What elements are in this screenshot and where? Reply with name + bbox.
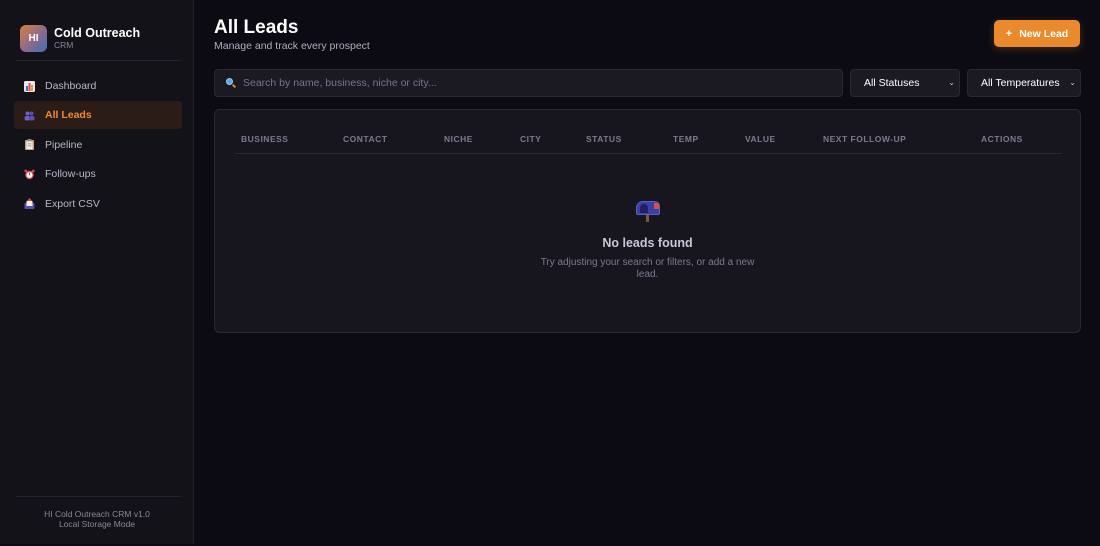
alarm-clock-icon xyxy=(24,169,35,180)
main-content: All Leads Manage and track every prospec… xyxy=(194,0,1100,544)
sidebar-nav: Dashboard All Leads Pipeline Follow-ups xyxy=(14,72,182,219)
clipboard-icon xyxy=(24,139,35,151)
brand-name: Cold Outreach xyxy=(54,26,141,40)
brand-text: Cold Outreach CRM xyxy=(54,26,140,50)
brand-logo: HI xyxy=(20,24,47,52)
plus-icon: + xyxy=(1005,27,1013,40)
page-subtitle: Manage and track every prospect xyxy=(214,40,370,52)
search-icon xyxy=(225,77,237,89)
sidebar-footer: HI Cold Outreach CRM v1.0 Local Storage … xyxy=(0,509,194,529)
status-filter-value: All Statuses xyxy=(864,77,920,89)
new-lead-label: New Lead xyxy=(1019,27,1069,40)
sidebar-item-label: All Leads xyxy=(45,109,92,122)
column-header-value[interactable]: VALUE xyxy=(745,134,776,144)
footer-divider xyxy=(16,496,181,497)
bar-chart-icon xyxy=(24,80,35,92)
column-header-niche[interactable]: NICHE xyxy=(444,134,473,144)
sidebar: HI Cold Outreach CRM Dashboard All Leads xyxy=(0,0,194,544)
sidebar-item-follow-ups[interactable]: Follow-ups xyxy=(14,160,182,188)
people-icon xyxy=(24,110,35,121)
sidebar-item-label: Pipeline xyxy=(45,138,83,151)
brand[interactable]: HI Cold Outreach CRM xyxy=(0,0,193,60)
column-header-temp[interactable]: TEMP xyxy=(673,134,699,144)
storage-mode-text: Local Storage Mode xyxy=(58,519,136,529)
leads-table: BUSINESS CONTACT NICHE CITY STATUS TEMP … xyxy=(214,109,1081,333)
temperature-filter-value: All Temperatures xyxy=(981,77,1060,89)
chevron-down-icon: ⌄ xyxy=(948,78,955,87)
search-bar[interactable] xyxy=(214,69,843,97)
chevron-down-icon: ⌄ xyxy=(1069,78,1076,87)
sidebar-item-dashboard[interactable]: Dashboard xyxy=(14,72,182,100)
outbox-icon xyxy=(24,198,35,210)
new-lead-button[interactable]: + New Lead xyxy=(994,20,1080,47)
page-title: All Leads xyxy=(214,17,299,38)
sidebar-item-export-csv[interactable]: Export CSV xyxy=(14,190,182,218)
column-header-actions: ACTIONS xyxy=(981,134,1023,144)
search-input[interactable] xyxy=(243,77,842,89)
version-text: HI Cold Outreach CRM v1.0 xyxy=(44,509,150,519)
brand-divider xyxy=(16,60,181,61)
brand-subtitle: CRM xyxy=(54,40,74,50)
mailbox-icon xyxy=(634,198,662,222)
temperature-filter-select[interactable]: All Temperatures ⌄ xyxy=(967,69,1081,97)
column-header-status[interactable]: STATUS xyxy=(586,134,622,144)
sidebar-item-label: Follow-ups xyxy=(45,168,96,181)
column-header-next-follow-up[interactable]: NEXT FOLLOW-UP xyxy=(823,134,906,144)
sidebar-item-label: Export CSV xyxy=(45,197,100,210)
table-header: BUSINESS CONTACT NICHE CITY STATUS TEMP … xyxy=(235,132,1062,154)
empty-state-text: Try adjusting your search or filters, or… xyxy=(540,257,755,280)
empty-state: No leads found Try adjusting your search… xyxy=(215,198,1080,281)
column-header-city[interactable]: CITY xyxy=(520,134,541,144)
empty-state-title: No leads found xyxy=(602,236,693,250)
sidebar-item-all-leads[interactable]: All Leads xyxy=(14,101,182,130)
sidebar-item-label: Dashboard xyxy=(45,80,97,92)
app-shell: HI Cold Outreach CRM Dashboard All Leads xyxy=(0,0,1100,544)
column-header-contact[interactable]: CONTACT xyxy=(343,134,387,144)
sidebar-item-pipeline[interactable]: Pipeline xyxy=(14,131,182,159)
status-filter-select[interactable]: All Statuses ⌄ xyxy=(850,69,960,97)
column-header-business[interactable]: BUSINESS xyxy=(241,134,288,144)
